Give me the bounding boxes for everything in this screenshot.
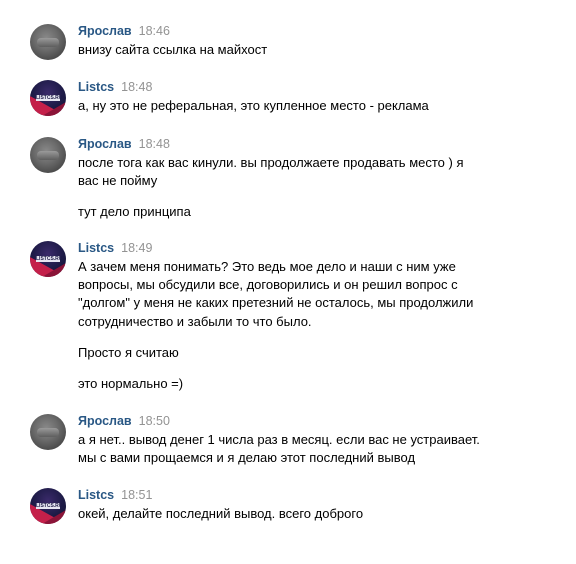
message-header: Ярослав 18:48	[78, 137, 170, 151]
author-name[interactable]: Ярослав	[78, 137, 132, 151]
message-text: А зачем меня понимать? Это ведь мое дело…	[78, 259, 456, 274]
message-header: Listcs 18:49	[78, 241, 152, 255]
author-name[interactable]: Listcs	[78, 241, 114, 255]
avatar[interactable]: LISTCS.RU	[30, 80, 66, 116]
avatar[interactable]: LISTCS.RU	[30, 241, 66, 277]
message-header: Listcs 18:51	[78, 488, 152, 502]
message-text: после тога как вас кинули. вы продолжает…	[78, 155, 464, 170]
avatar[interactable]	[30, 24, 66, 60]
message-text: сотрудничество и забыли то что было.	[78, 314, 312, 329]
message-time[interactable]: 18:51	[121, 488, 152, 502]
avatar[interactable]: LISTCS.RU	[30, 488, 66, 524]
message-time[interactable]: 18:48	[139, 137, 170, 151]
message-text: вопросы, мы обсудили все, договорились и…	[78, 277, 458, 292]
message-text: окей, делайте последний вывод. всего доб…	[78, 506, 364, 521]
message-header: Ярослав 18:50	[78, 414, 170, 428]
message-text: внизу сайта ссылка на майхост	[78, 42, 268, 57]
author-name[interactable]: Listcs	[78, 488, 114, 502]
author-name[interactable]: Listcs	[78, 80, 114, 94]
message-text: "долгом" у меня не каких претезний не ос…	[78, 295, 474, 310]
message-time[interactable]: 18:46	[139, 24, 170, 38]
author-name[interactable]: Ярослав	[78, 24, 132, 38]
message-text: Просто я считаю	[78, 345, 179, 360]
message-text: это нормально =)	[78, 376, 184, 391]
cut-off-previous-message	[0, 0, 576, 6]
message-text: вас не пойму	[78, 173, 158, 188]
message-header: Ярослав 18:46	[78, 24, 170, 38]
message-time[interactable]: 18:49	[121, 241, 152, 255]
message-time[interactable]: 18:50	[139, 414, 170, 428]
message-time[interactable]: 18:48	[121, 80, 152, 94]
message-text: а, ну это не реферальная, это купленное …	[78, 98, 429, 113]
message-text: мы с вами прощаемся и я делаю этот после…	[78, 450, 416, 465]
author-name[interactable]: Ярослав	[78, 414, 132, 428]
message-header: Listcs 18:48	[78, 80, 152, 94]
avatar[interactable]	[30, 137, 66, 173]
message-text: а я нет.. вывод денег 1 числа раз в меся…	[78, 432, 480, 447]
avatar[interactable]	[30, 414, 66, 450]
message-text: тут дело принципа	[78, 204, 191, 219]
partial-text	[0, 0, 4, 6]
